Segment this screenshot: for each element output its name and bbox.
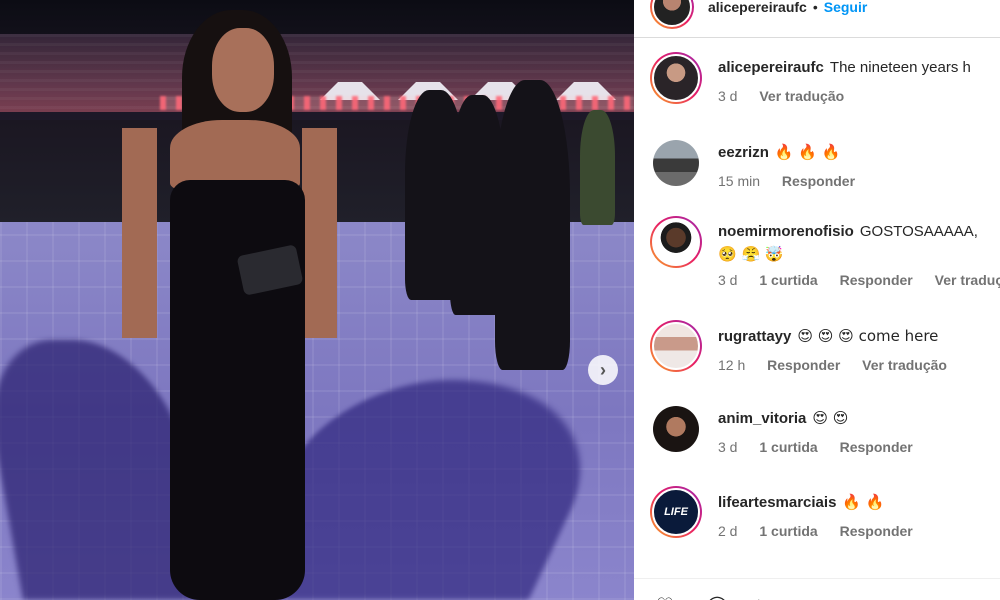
comment-username[interactable]: noemirmorenofisio [718,223,854,240]
post-header: alicepereiraufc • Seguir [634,0,1000,38]
separator-dot: • [812,0,818,15]
background-person [580,110,615,225]
comment-username[interactable]: rugrattayy [718,328,791,345]
comment-text: GOSTOSAAAAA, [859,223,978,240]
comment-username[interactable]: alicepereiraufc [718,59,824,76]
avatar[interactable]: LIFE [650,486,702,538]
post-photo[interactable]: › [0,0,634,600]
author-username[interactable]: alicepereiraufc [708,0,807,15]
reply-button[interactable]: Responder [840,523,913,539]
comment-username[interactable]: anim_vitoria [718,410,806,427]
likes-count[interactable]: 1 curtida [759,439,817,455]
main-subject [70,10,360,600]
comment-time[interactable]: 3 d [718,439,737,455]
comment-time[interactable]: 3 d [718,272,737,288]
translate-button[interactable]: Ver tradução [759,88,844,104]
heart-icon[interactable]: ♡ [656,593,674,600]
avatar[interactable] [650,216,702,268]
comment-text: 🔥 🔥 [842,493,885,511]
avatar[interactable] [650,0,694,29]
action-bar: ♡ ◯ ➤ [634,578,1000,600]
comment-time[interactable]: 3 d [718,88,737,104]
avatar[interactable] [650,52,702,104]
likes-count[interactable]: 1 curtida [759,523,817,539]
reply-button[interactable]: Responder [782,173,855,189]
reply-button[interactable]: Responder [840,439,913,455]
comments-panel: alicepereiraufc • Seguir alicepereiraufc… [634,0,1000,600]
follow-button[interactable]: Seguir [824,0,868,15]
comment-text: The nineteen years h [829,59,971,76]
reply-button[interactable]: Responder [767,357,840,373]
avatar[interactable] [650,320,702,372]
comment-text: 🔥 🔥 🔥 [774,143,841,161]
avatar[interactable] [653,406,699,452]
comment-username[interactable]: lifeartesmarciais [718,494,836,511]
chevron-right-icon: › [600,359,606,380]
comment-icon[interactable]: ◯ [706,593,728,600]
next-photo-button[interactable]: › [588,355,618,385]
background-person [495,80,570,370]
life-logo: LIFE [664,506,688,518]
comment-text-line2: 🥺 😤 🤯 [718,245,784,263]
share-icon[interactable]: ➤ [756,593,773,600]
translate-button[interactable]: Ver tradução [935,272,1000,288]
likes-count[interactable]: 1 curtida [759,272,817,288]
comment-text: 😍 😍 😍 come here [797,327,939,345]
comment-time[interactable]: 12 h [718,357,745,373]
comment-time[interactable]: 15 min [718,173,760,189]
comment-text: 😍 😍 [812,409,849,427]
reply-button[interactable]: Responder [840,272,913,288]
comment-time[interactable]: 2 d [718,523,737,539]
comment-username[interactable]: eezrizn [718,144,769,161]
avatar[interactable] [653,140,699,186]
translate-button[interactable]: Ver tradução [862,357,947,373]
